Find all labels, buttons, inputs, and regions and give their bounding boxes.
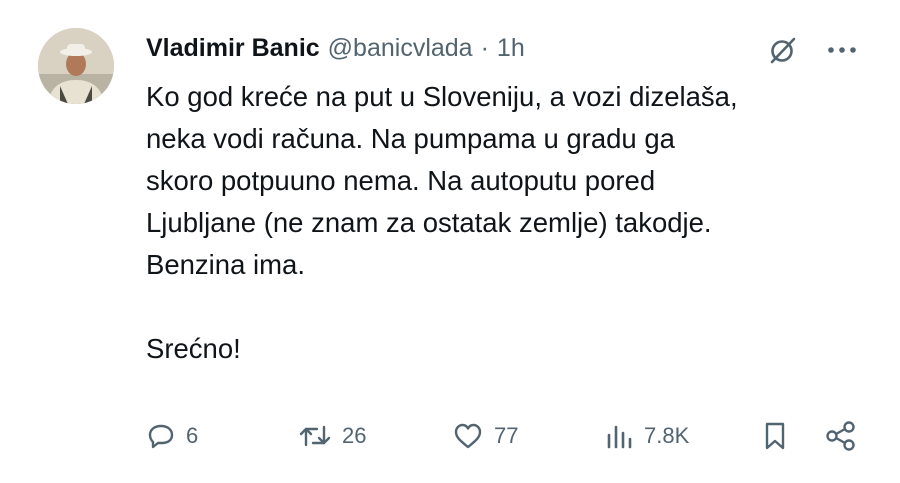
tweet-header: Vladimir Banic @banicvlada · 1h <box>146 30 525 66</box>
bookmark-icon <box>765 422 785 450</box>
views-icon <box>607 425 632 449</box>
tweet-line: skoro potpuuno nema. Na autoputu pored <box>146 165 656 196</box>
bookmark-button[interactable] <box>762 416 788 456</box>
action-bar: 6 26 77 7.8K <box>146 416 866 456</box>
grok-icon[interactable] <box>766 33 800 67</box>
tweet-line: Ko god kreće na put u Sloveniju, a vozi … <box>146 81 738 112</box>
avatar[interactable] <box>38 28 114 104</box>
avatar-photo <box>38 28 114 104</box>
views-button[interactable]: 7.8K <box>604 416 689 456</box>
like-count: 77 <box>494 423 519 448</box>
repost-icon <box>299 425 331 447</box>
tweet-line: neka vodi računa. Na pumpama u gradu ga <box>146 123 675 154</box>
repost-count: 26 <box>342 423 367 448</box>
share-icon <box>826 421 855 451</box>
more-icon[interactable] <box>822 33 862 67</box>
repost-button[interactable]: 26 <box>298 416 366 456</box>
tweet-line: Benzina ima. <box>146 249 305 280</box>
author-handle[interactable]: @banicvlada <box>328 34 473 63</box>
reply-icon <box>148 424 174 449</box>
like-icon <box>454 423 482 449</box>
share-button[interactable] <box>824 416 858 456</box>
tweet-line: Ljubljane (ne znam za ostatak zemlje) ta… <box>146 207 712 238</box>
reply-button[interactable]: 6 <box>146 416 198 456</box>
like-button[interactable]: 77 <box>452 416 518 456</box>
views-count: 7.8K <box>644 423 690 448</box>
separator-dot: · <box>480 33 489 62</box>
tweet-text: Ko god kreće na put u Sloveniju, a vozi … <box>146 76 876 370</box>
tweet-line: Srećno! <box>146 333 241 364</box>
author-name[interactable]: Vladimir Banic <box>146 34 320 63</box>
tweet: Vladimir Banic @banicvlada · 1h Ko god k… <box>0 0 900 483</box>
timestamp[interactable]: 1h <box>497 34 525 63</box>
reply-count: 6 <box>186 423 199 448</box>
